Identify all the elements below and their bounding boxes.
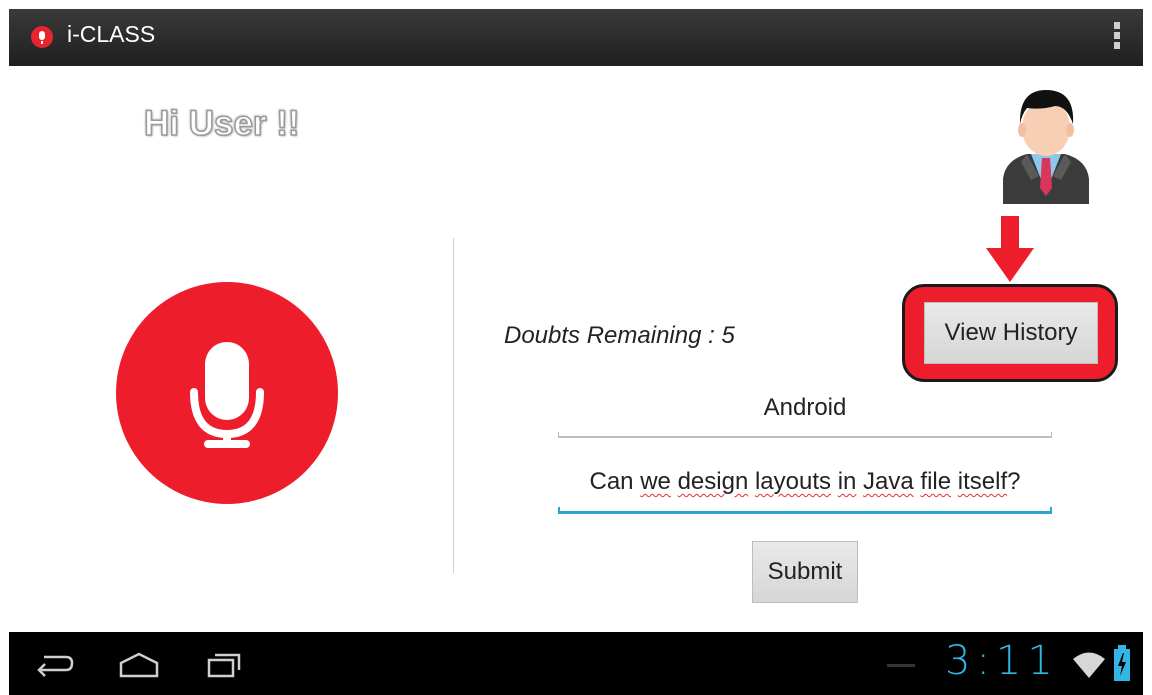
subject-field[interactable]: Android [558, 394, 1052, 422]
app-title: i-CLASS [67, 21, 156, 47]
action-bar: i-CLASS [9, 9, 1143, 67]
question-word [748, 468, 755, 495]
screen-frame [0, 0, 1152, 9]
submit-button[interactable]: Submit [752, 541, 858, 603]
vertical-divider [453, 238, 454, 573]
question-word [671, 468, 678, 495]
microphone-icon [31, 26, 53, 48]
back-icon[interactable] [34, 650, 74, 678]
question-word: layouts [754, 468, 832, 495]
user-avatar-icon [1003, 90, 1089, 204]
question-word: design [677, 468, 749, 495]
question-word [831, 468, 838, 495]
question-field-underline [558, 507, 1052, 514]
battery-charging-icon [1114, 645, 1130, 681]
question-word [951, 468, 958, 495]
question-word: Can [589, 468, 641, 495]
question-field[interactable]: Can we design layouts in Java file itsel… [558, 468, 1052, 496]
question-word: in [837, 468, 857, 495]
system-nav-bar: 3:11 [9, 632, 1143, 695]
view-history-button[interactable]: View History [924, 302, 1098, 364]
status-clock: 3:11 [945, 638, 1059, 684]
question-word: file [920, 468, 952, 495]
microphone-button[interactable] [116, 282, 338, 504]
question-word: we [640, 468, 671, 495]
notification-indicator [887, 664, 915, 667]
question-word: itself [957, 468, 1008, 495]
main-content: Hi User !! Doubts Remaining : 5 View His… [9, 66, 1143, 632]
greeting-text: Hi User !! [143, 103, 300, 144]
recent-apps-icon[interactable] [205, 650, 245, 678]
arrow-down-icon [986, 216, 1034, 282]
home-icon[interactable] [117, 650, 161, 678]
question-word: ? [1007, 468, 1021, 495]
microphone-icon [190, 342, 264, 448]
doubts-remaining-label: Doubts Remaining : 5 [504, 322, 735, 349]
overflow-menu-icon[interactable] [1112, 22, 1122, 54]
subject-field-underline [558, 432, 1052, 438]
question-word: Java [863, 468, 914, 495]
wifi-icon [1073, 652, 1105, 678]
